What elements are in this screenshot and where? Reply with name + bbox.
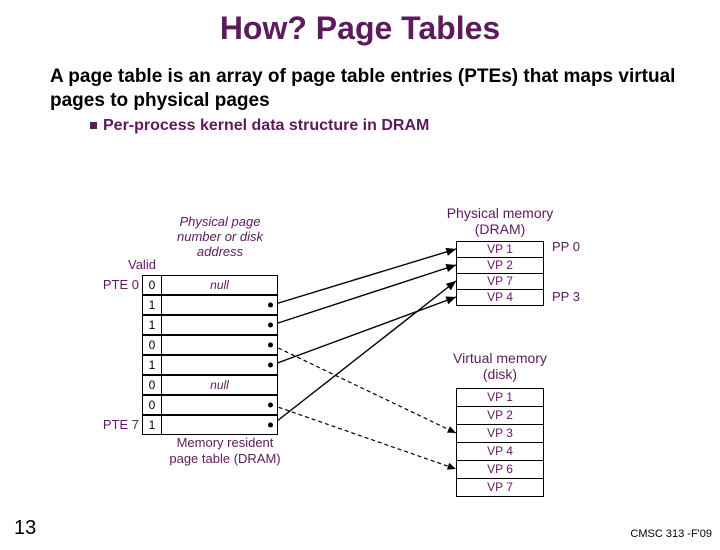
table-row: 0: [142, 395, 278, 415]
valid-cell: 1: [142, 295, 162, 315]
dram-table: VP 1VP 2VP 7VP 4: [456, 241, 544, 306]
table-row: 1: [142, 415, 278, 435]
table-row: 0null: [142, 275, 278, 295]
disk-cell: VP 2: [457, 407, 543, 425]
page-number: 13: [14, 517, 36, 540]
dram-cell: VP 4: [457, 290, 543, 305]
valid-cell: 0: [142, 275, 162, 295]
disk-header: Virtual memory (disk): [440, 350, 560, 382]
table-row: 1: [142, 295, 278, 315]
valid-cell: 1: [142, 355, 162, 375]
dram-cell: VP 2: [457, 258, 543, 274]
bullet-line: Per-process kernel data structure in DRA…: [90, 117, 720, 135]
dram-cell: VP 7: [457, 274, 543, 290]
pointer-dot-icon: [268, 343, 273, 348]
pointer-dot-icon: [268, 363, 273, 368]
dram-header: Physical memory (DRAM): [440, 205, 560, 237]
table-row: 1: [142, 315, 278, 335]
pointer-dot-icon: [268, 403, 273, 408]
bullet-icon: [90, 122, 97, 129]
valid-cell: 0: [142, 395, 162, 415]
addr-cell: [162, 295, 278, 315]
table-row: 1: [142, 355, 278, 375]
pointer-dot-icon: [268, 423, 273, 428]
addr-cell: [162, 315, 278, 335]
disk-cell: VP 3: [457, 425, 543, 443]
addr-cell: [162, 335, 278, 355]
disk-cell: VP 4: [457, 443, 543, 461]
addr-cell: null: [162, 275, 278, 295]
disk-table: VP 1VP 2VP 3VP 4VP 6VP 7: [456, 388, 544, 497]
table-row: 0null: [142, 375, 278, 395]
disk-cell: VP 1: [457, 389, 543, 407]
addr-cell: null: [162, 375, 278, 395]
valid-cell: 0: [142, 375, 162, 395]
page-table: 0null11010null01: [142, 275, 278, 435]
bullet-text: Per-process kernel data structure in DRA…: [103, 117, 429, 134]
valid-cell: 1: [142, 415, 162, 435]
footer-text: CMSC 313 -F'09: [630, 528, 712, 540]
dram-cell: VP 1: [457, 242, 543, 258]
arrow-overlay: [0, 195, 720, 515]
pte-label-first: PTE 0: [94, 277, 139, 292]
slide-title: How? Page Tables: [0, 10, 720, 47]
valid-cell: 1: [142, 315, 162, 335]
diagram: Valid Physical page number or disk addre…: [0, 195, 720, 515]
pointer-dot-icon: [268, 303, 273, 308]
pp-label: PP 3: [552, 289, 580, 304]
pointer-dot-icon: [268, 323, 273, 328]
disk-cell: VP 6: [457, 461, 543, 479]
disk-cell: VP 7: [457, 479, 543, 496]
addr-cell: [162, 355, 278, 375]
valid-cell: 0: [142, 335, 162, 355]
addr-header: Physical page number or disk address: [170, 215, 270, 260]
pp-label: PP 0: [552, 239, 580, 254]
addr-cell: [162, 415, 278, 435]
pte-label-last: PTE 7: [94, 417, 139, 432]
addr-cell: [162, 395, 278, 415]
page-table-caption: Memory resident page table (DRAM): [165, 435, 285, 466]
slide-subtitle: A page table is an array of page table e…: [50, 65, 680, 113]
valid-header: Valid: [128, 257, 156, 272]
table-row: 0: [142, 335, 278, 355]
